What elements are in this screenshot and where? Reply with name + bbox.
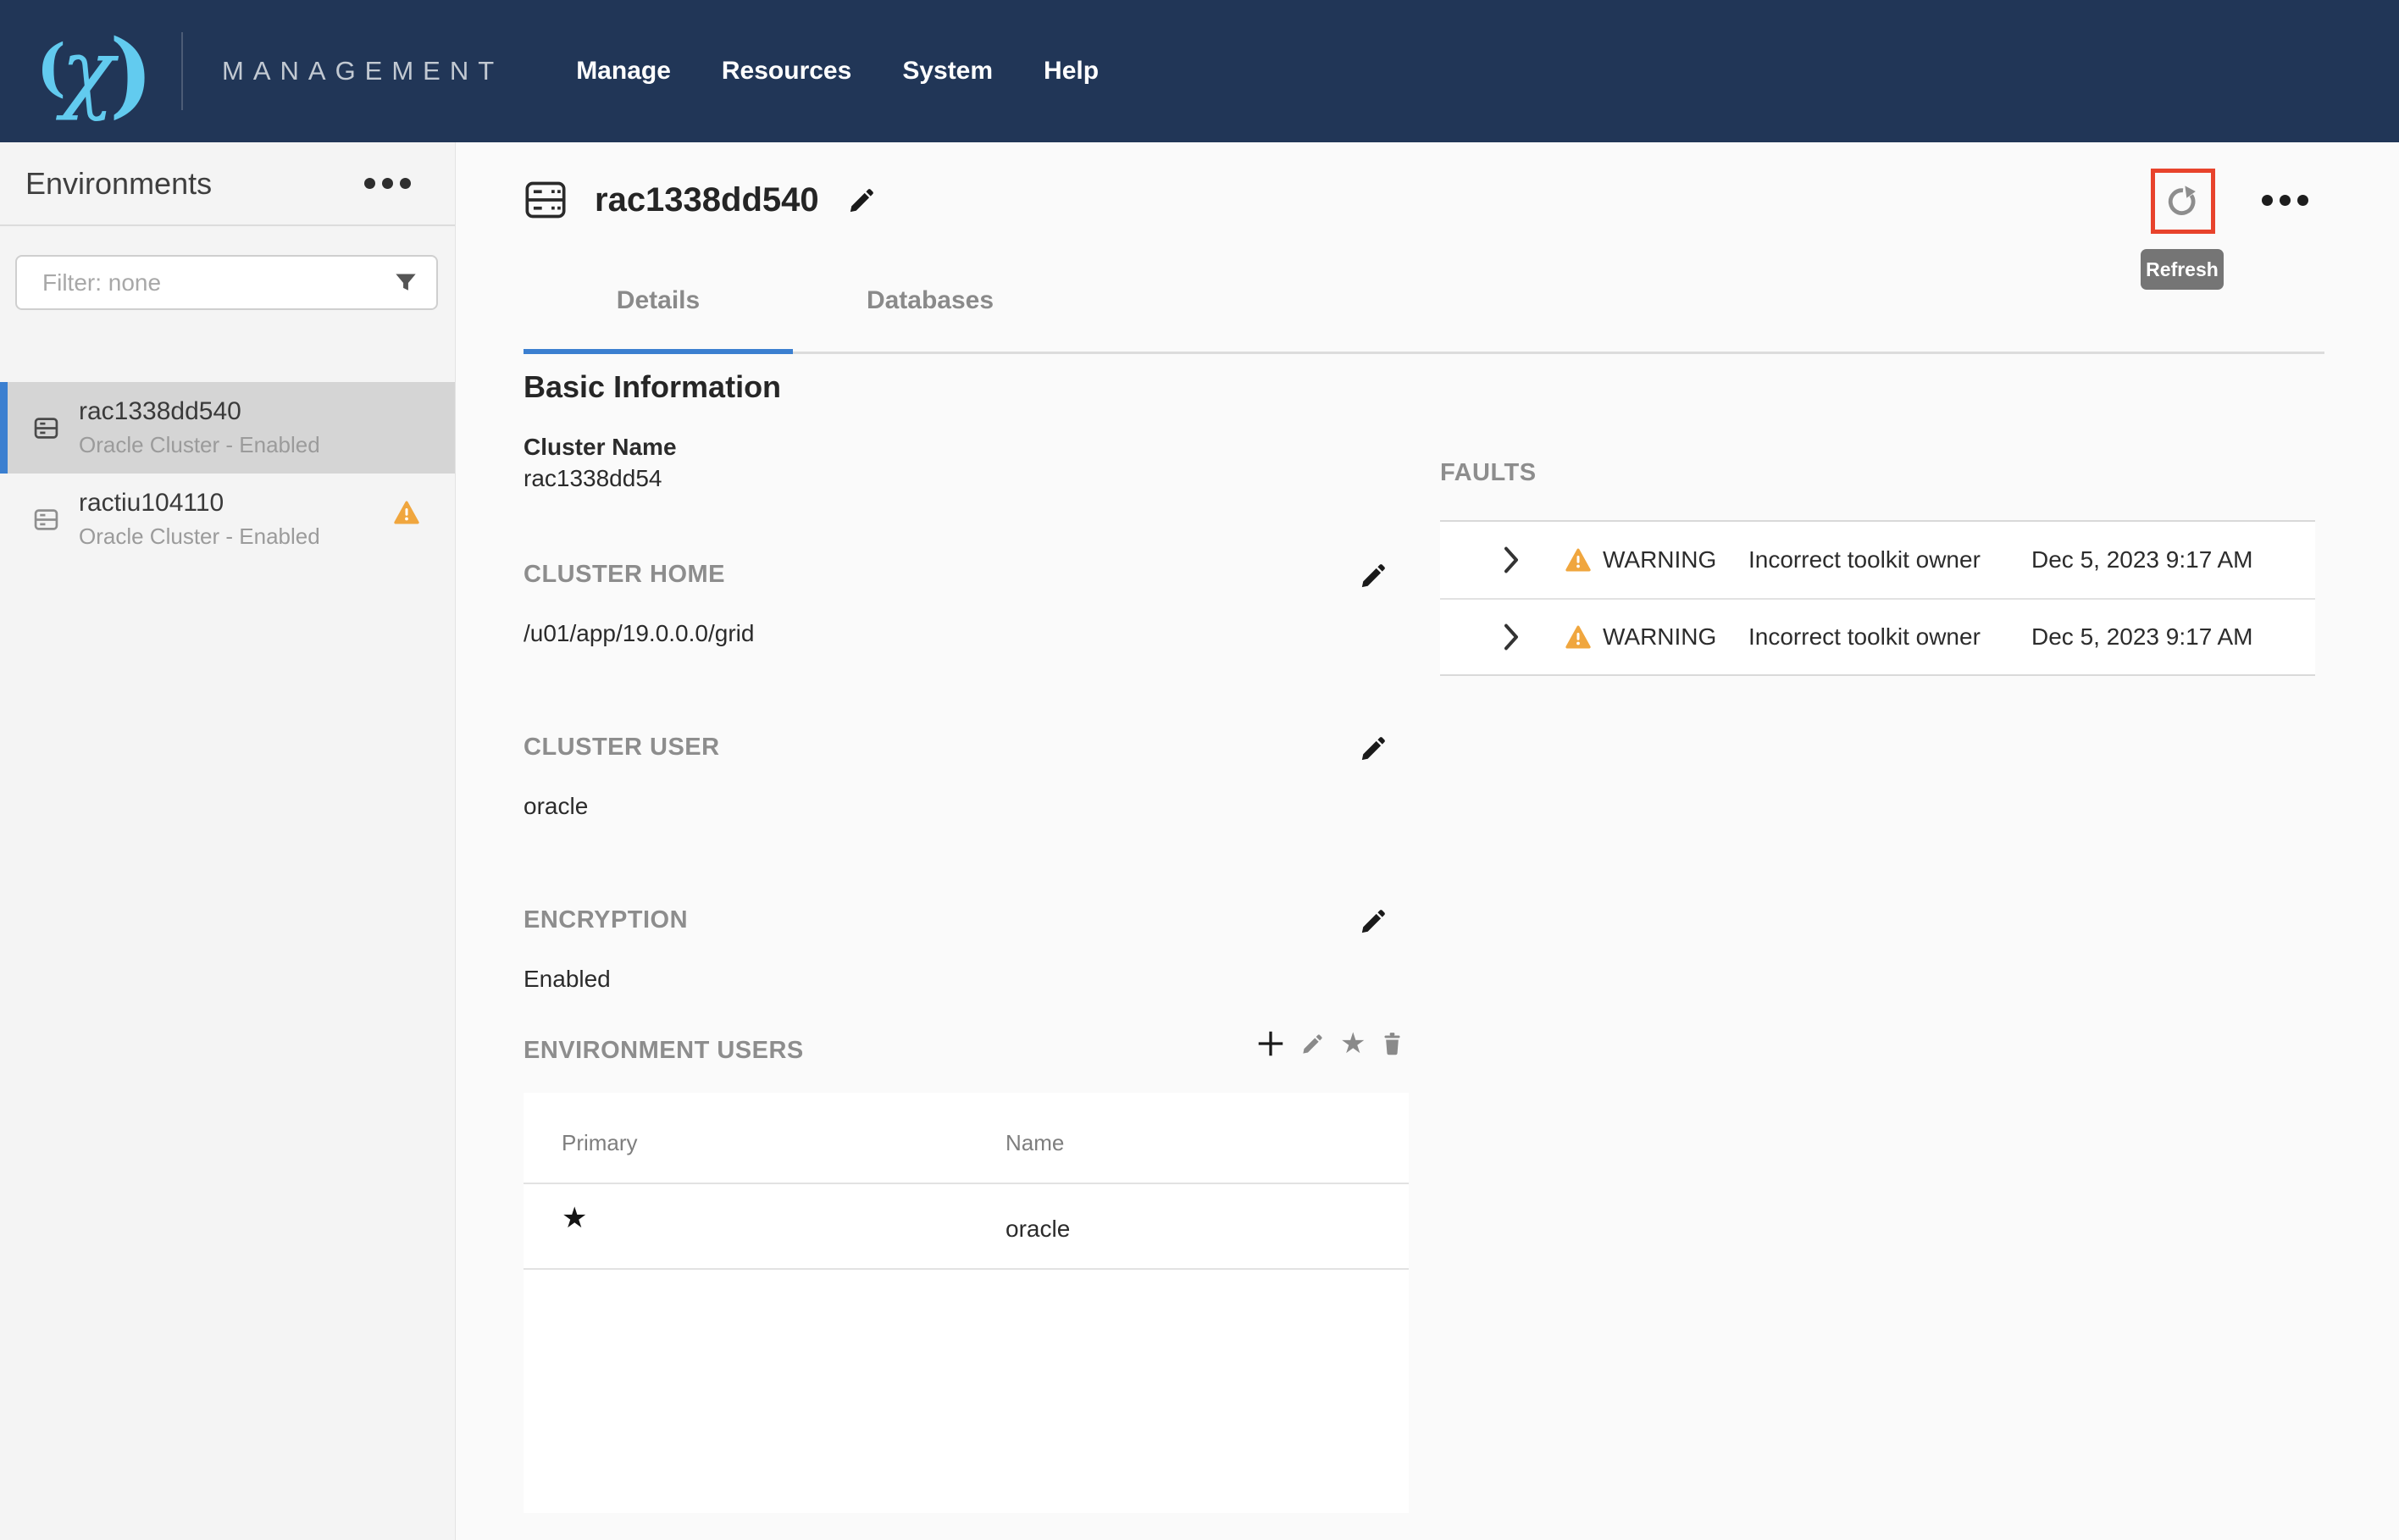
tab-underline-track bbox=[524, 352, 2324, 354]
fault-date: Dec 5, 2023 9:17 AM bbox=[2031, 623, 2253, 651]
column-header-name: Name bbox=[1006, 1130, 1064, 1156]
logo-paren-left: ( bbox=[36, 31, 66, 104]
filter-input[interactable] bbox=[15, 255, 438, 310]
edit-cluster-home-pencil-icon[interactable] bbox=[1360, 561, 1388, 590]
app-root: (χ) MANAGEMENT Manage Resources System H… bbox=[0, 0, 2399, 1540]
encryption-value: Enabled bbox=[524, 966, 611, 993]
fault-severity: WARNING bbox=[1603, 623, 1716, 651]
delphix-logo-icon[interactable]: (χ) bbox=[27, 17, 163, 126]
refresh-tooltip: Refresh bbox=[2141, 249, 2224, 290]
chevron-right-icon[interactable] bbox=[1502, 546, 1521, 573]
fault-date: Dec 5, 2023 9:17 AM bbox=[2031, 546, 2253, 573]
environment-subtitle: Oracle Cluster - Enabled bbox=[79, 432, 320, 458]
cluster-home-value: /u01/app/19.0.0.0/grid bbox=[524, 620, 754, 647]
refresh-icon bbox=[2164, 182, 2202, 221]
page-header: rac1338dd540 bbox=[524, 178, 877, 222]
warning-triangle-icon bbox=[1565, 625, 1591, 649]
sidebar-header: Environments bbox=[0, 142, 455, 226]
nav-item-resources[interactable]: Resources bbox=[722, 57, 851, 86]
cluster-user-label: CLUSTER USER bbox=[524, 734, 720, 762]
basic-information-heading: Basic Information bbox=[524, 369, 781, 405]
column-header-primary: Primary bbox=[562, 1130, 638, 1156]
logo-chi: χ bbox=[61, 27, 114, 115]
edit-user-pencil-icon[interactable] bbox=[1301, 1032, 1325, 1055]
fault-severity: WARNING bbox=[1603, 546, 1716, 573]
main-panel: rac1338dd540 Refresh Details Databases B… bbox=[456, 142, 2399, 1540]
encryption-label: ENCRYPTION bbox=[524, 906, 688, 934]
server-icon bbox=[524, 178, 568, 222]
refresh-button[interactable] bbox=[2151, 169, 2215, 234]
cluster-user-value: oracle bbox=[524, 793, 588, 820]
environment-subtitle: Oracle Cluster - Enabled bbox=[79, 523, 320, 550]
main-menu: Manage Resources System Help bbox=[576, 57, 1150, 86]
filter-funnel-icon[interactable] bbox=[394, 271, 418, 295]
fault-row[interactable]: WARNING Incorrect toolkit owner Dec 5, 2… bbox=[1440, 522, 2315, 598]
tab-databases[interactable]: Databases bbox=[793, 286, 1067, 315]
nav-item-manage[interactable]: Manage bbox=[576, 57, 671, 86]
fault-title: Incorrect toolkit owner bbox=[1748, 546, 1981, 573]
server-icon bbox=[34, 416, 58, 440]
brand-label: MANAGEMENT bbox=[222, 56, 503, 86]
primary-star-icon: ★ bbox=[562, 1201, 587, 1235]
navbar-divider bbox=[181, 32, 183, 110]
warning-triangle-icon bbox=[394, 501, 419, 524]
environment-users-toolbar: ★ bbox=[1255, 1028, 1404, 1059]
environments-sidebar: Environments rac1338dd540 Oracle Cluster… bbox=[0, 142, 456, 1540]
environment-name: rac1338dd540 bbox=[79, 397, 320, 426]
environment-item-rac1338dd540[interactable]: rac1338dd540 Oracle Cluster - Enabled bbox=[0, 382, 455, 474]
edit-cluster-user-pencil-icon[interactable] bbox=[1360, 734, 1388, 762]
edit-title-pencil-icon[interactable] bbox=[848, 186, 877, 214]
active-tab-indicator bbox=[524, 349, 793, 354]
cluster-name-label: Cluster Name bbox=[524, 434, 677, 461]
environment-item-text: rac1338dd540 Oracle Cluster - Enabled bbox=[79, 397, 320, 458]
add-user-plus-icon[interactable] bbox=[1255, 1028, 1286, 1059]
environments-menu-button[interactable] bbox=[357, 178, 411, 189]
delete-user-trash-icon[interactable] bbox=[1381, 1031, 1404, 1056]
chevron-right-icon[interactable] bbox=[1502, 623, 1521, 651]
fault-row[interactable]: WARNING Incorrect toolkit owner Dec 5, 2… bbox=[1440, 598, 2315, 674]
warning-triangle-icon bbox=[1565, 548, 1591, 572]
cluster-name-value: rac1338dd54 bbox=[524, 465, 662, 492]
table-row-divider bbox=[524, 1268, 1409, 1270]
top-navbar: (χ) MANAGEMENT Manage Resources System H… bbox=[0, 0, 2399, 142]
environment-users-table: Primary Name ★ oracle bbox=[524, 1093, 1409, 1513]
page-title: rac1338dd540 bbox=[595, 181, 819, 219]
sidebar-title: Environments bbox=[25, 166, 212, 202]
table-header-divider bbox=[524, 1183, 1409, 1184]
nav-item-help[interactable]: Help bbox=[1044, 57, 1099, 86]
nav-item-system[interactable]: System bbox=[902, 57, 993, 86]
fault-title: Incorrect toolkit owner bbox=[1748, 623, 1981, 651]
user-name-cell: oracle bbox=[1006, 1216, 1070, 1243]
cluster-home-label: CLUSTER HOME bbox=[524, 561, 725, 589]
server-icon bbox=[34, 507, 58, 532]
filter-box bbox=[15, 255, 438, 310]
tab-bar: Details Databases bbox=[524, 286, 1067, 315]
environment-users-label: ENVIRONMENT USERS bbox=[524, 1037, 804, 1065]
tab-details[interactable]: Details bbox=[524, 286, 793, 315]
faults-label: FAULTS bbox=[1440, 459, 1537, 487]
faults-list: WARNING Incorrect toolkit owner Dec 5, 2… bbox=[1440, 520, 2315, 676]
environment-list: rac1338dd540 Oracle Cluster - Enabled ra… bbox=[0, 382, 455, 565]
environment-name: ractiu104110 bbox=[79, 489, 320, 518]
environment-actions-menu-button[interactable] bbox=[2255, 195, 2308, 206]
environment-item-ractiu104110[interactable]: ractiu104110 Oracle Cluster - Enabled bbox=[0, 474, 455, 565]
environment-item-text: ractiu104110 Oracle Cluster - Enabled bbox=[79, 489, 320, 550]
set-primary-star-icon[interactable]: ★ bbox=[1340, 1031, 1366, 1056]
edit-encryption-pencil-icon[interactable] bbox=[1360, 906, 1388, 935]
logo-paren-right: ) bbox=[109, 19, 153, 128]
